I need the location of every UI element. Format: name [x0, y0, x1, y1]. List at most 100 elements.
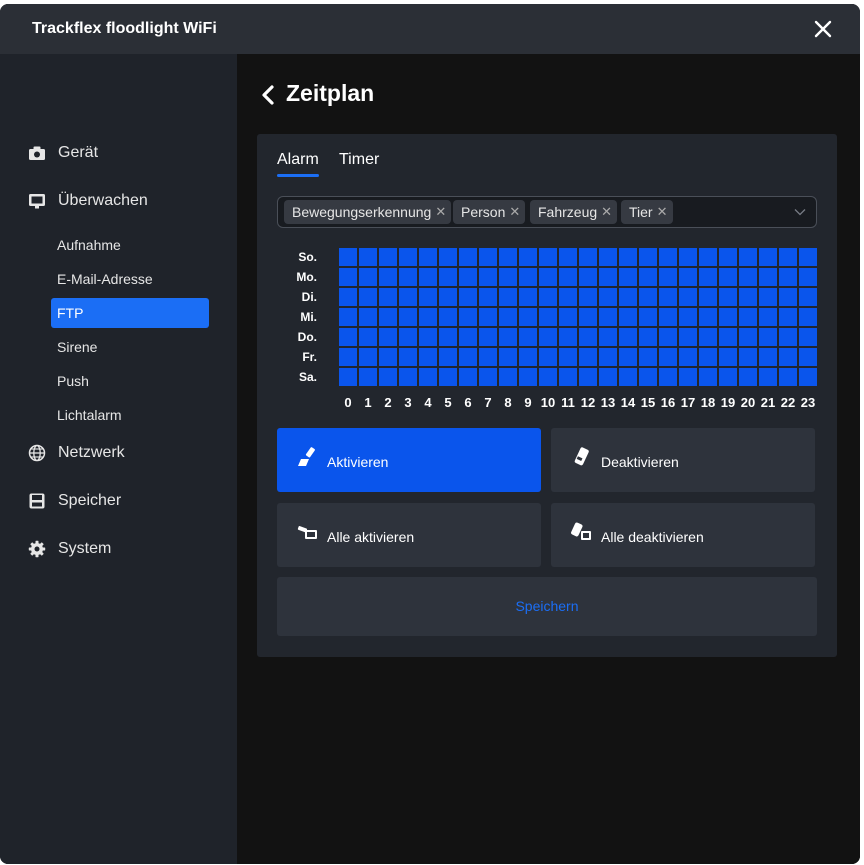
schedule-cell[interactable] — [639, 268, 657, 286]
schedule-cell[interactable] — [539, 288, 557, 306]
schedule-cell[interactable] — [419, 348, 437, 366]
schedule-cell[interactable] — [799, 368, 817, 386]
tab-timer[interactable]: Timer — [339, 151, 379, 169]
schedule-cell[interactable] — [759, 288, 777, 306]
schedule-cell[interactable] — [719, 248, 737, 266]
schedule-cell[interactable] — [519, 268, 537, 286]
schedule-cell[interactable] — [459, 248, 477, 266]
schedule-cell[interactable] — [599, 248, 617, 266]
schedule-cell[interactable] — [459, 268, 477, 286]
save-button[interactable]: Speichern — [277, 577, 817, 636]
schedule-cell[interactable] — [399, 288, 417, 306]
schedule-cell[interactable] — [779, 248, 797, 266]
schedule-cell[interactable] — [739, 348, 757, 366]
schedule-cell[interactable] — [759, 368, 777, 386]
schedule-cell[interactable] — [419, 328, 437, 346]
schedule-cell[interactable] — [479, 308, 497, 326]
schedule-cell[interactable] — [439, 308, 457, 326]
schedule-cell[interactable] — [799, 268, 817, 286]
schedule-cell[interactable] — [659, 288, 677, 306]
schedule-cell[interactable] — [459, 328, 477, 346]
schedule-cell[interactable] — [459, 348, 477, 366]
schedule-cell[interactable] — [499, 348, 517, 366]
schedule-cell[interactable] — [359, 268, 377, 286]
schedule-cell[interactable] — [779, 308, 797, 326]
schedule-cell[interactable] — [719, 328, 737, 346]
schedule-cell[interactable] — [619, 288, 637, 306]
schedule-cell[interactable] — [719, 288, 737, 306]
schedule-cell[interactable] — [759, 268, 777, 286]
schedule-cell[interactable] — [639, 348, 657, 366]
schedule-cell[interactable] — [539, 308, 557, 326]
schedule-cell[interactable] — [339, 348, 357, 366]
schedule-cell[interactable] — [699, 248, 717, 266]
close-button[interactable] — [806, 12, 840, 46]
schedule-cell[interactable] — [699, 368, 717, 386]
schedule-cell[interactable] — [419, 268, 437, 286]
deactivate-all-button[interactable]: Alle deaktivieren — [551, 503, 815, 567]
schedule-cell[interactable] — [519, 248, 537, 266]
schedule-cell[interactable] — [539, 328, 557, 346]
schedule-cell[interactable] — [459, 308, 477, 326]
schedule-cell[interactable] — [579, 248, 597, 266]
schedule-cell[interactable] — [619, 368, 637, 386]
sidebar-sub-push[interactable]: Push — [51, 366, 209, 396]
schedule-cell[interactable] — [559, 348, 577, 366]
schedule-cell[interactable] — [799, 348, 817, 366]
schedule-cell[interactable] — [619, 348, 637, 366]
schedule-cell[interactable] — [639, 248, 657, 266]
schedule-cell[interactable] — [639, 308, 657, 326]
sidebar-item-system[interactable]: System — [28, 537, 111, 561]
schedule-cell[interactable] — [479, 368, 497, 386]
schedule-cell[interactable] — [599, 328, 617, 346]
schedule-cell[interactable] — [359, 348, 377, 366]
schedule-cell[interactable] — [399, 308, 417, 326]
schedule-cell[interactable] — [699, 348, 717, 366]
schedule-cell[interactable] — [619, 328, 637, 346]
schedule-cell[interactable] — [519, 288, 537, 306]
schedule-cell[interactable] — [499, 248, 517, 266]
schedule-cell[interactable] — [499, 328, 517, 346]
remove-tag-icon[interactable]: ✕ — [435, 200, 446, 224]
sidebar-sub-ftp[interactable]: FTP — [51, 298, 209, 328]
schedule-cell[interactable] — [699, 328, 717, 346]
schedule-cell[interactable] — [519, 328, 537, 346]
schedule-cell[interactable] — [379, 308, 397, 326]
schedule-cell[interactable] — [339, 328, 357, 346]
schedule-cell[interactable] — [639, 288, 657, 306]
schedule-cell[interactable] — [579, 268, 597, 286]
schedule-cell[interactable] — [779, 268, 797, 286]
schedule-cell[interactable] — [739, 328, 757, 346]
schedule-cell[interactable] — [559, 328, 577, 346]
schedule-cell[interactable] — [379, 268, 397, 286]
schedule-cell[interactable] — [399, 268, 417, 286]
schedule-cell[interactable] — [359, 288, 377, 306]
schedule-cell[interactable] — [479, 328, 497, 346]
schedule-cell[interactable] — [459, 288, 477, 306]
schedule-cell[interactable] — [499, 288, 517, 306]
schedule-cell[interactable] — [439, 288, 457, 306]
schedule-cell[interactable] — [439, 368, 457, 386]
schedule-cell[interactable] — [399, 328, 417, 346]
schedule-cell[interactable] — [419, 288, 437, 306]
schedule-cell[interactable] — [419, 248, 437, 266]
schedule-cell[interactable] — [599, 348, 617, 366]
schedule-cell[interactable] — [599, 368, 617, 386]
schedule-cell[interactable] — [539, 368, 557, 386]
schedule-cell[interactable] — [399, 368, 417, 386]
schedule-cell[interactable] — [539, 348, 557, 366]
schedule-cell[interactable] — [559, 288, 577, 306]
schedule-cell[interactable] — [779, 348, 797, 366]
schedule-cell[interactable] — [779, 288, 797, 306]
schedule-cell[interactable] — [679, 268, 697, 286]
schedule-cell[interactable] — [359, 328, 377, 346]
schedule-cell[interactable] — [379, 288, 397, 306]
schedule-cell[interactable] — [499, 308, 517, 326]
schedule-cell[interactable] — [559, 268, 577, 286]
schedule-cell[interactable] — [739, 268, 757, 286]
tab-alarm[interactable]: Alarm — [277, 151, 319, 169]
schedule-cell[interactable] — [579, 348, 597, 366]
schedule-cell[interactable] — [519, 348, 537, 366]
schedule-cell[interactable] — [359, 248, 377, 266]
schedule-cell[interactable] — [379, 348, 397, 366]
